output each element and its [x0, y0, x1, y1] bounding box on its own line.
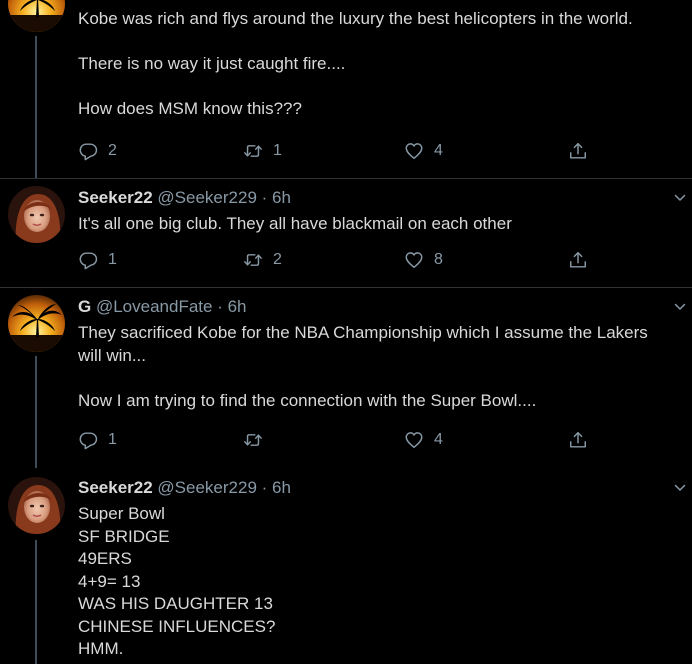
share-button[interactable]	[568, 248, 588, 272]
tweet-line: Now I am trying to find the connection w…	[78, 390, 537, 410]
share-icon	[570, 143, 586, 159]
display-name[interactable]: G	[78, 297, 91, 316]
retweet-button[interactable]: 2	[243, 248, 282, 272]
like-button[interactable]: 4	[404, 428, 443, 452]
tweet-line	[78, 367, 684, 390]
tweet-line: 4+9= 13	[78, 571, 141, 591]
display-name[interactable]: Seeker22	[78, 478, 153, 497]
like-count: 4	[434, 431, 443, 448]
retweet-button[interactable]	[243, 428, 273, 452]
reply-button[interactable]: 1	[78, 428, 117, 452]
retweet-icon	[244, 254, 262, 266]
tweet[interactable]: Kobe was rich and flys around the luxury…	[0, 0, 692, 178]
avatar[interactable]	[8, 0, 65, 32]
tweet-line: 49ERS	[78, 549, 132, 568]
share-button[interactable]	[568, 139, 588, 163]
tweet-header: G @LoveandFate · 6h	[78, 296, 247, 318]
avatar[interactable]	[8, 477, 65, 534]
chevron-down-icon[interactable]	[674, 482, 686, 494]
tweet[interactable]: G @LoveandFate · 6h They sacrificed Kobe…	[0, 288, 692, 468]
heart-icon	[405, 432, 423, 449]
tweet-actions: 1 4	[78, 428, 598, 452]
tweet-line: CHINESE INFLUENCES?	[78, 616, 276, 636]
tweet-line: It's all one big club. They all have bla…	[78, 214, 512, 233]
thread-line	[35, 356, 37, 468]
tweet-line: How does MSM know this???	[78, 99, 302, 118]
reply-count: 1	[108, 251, 117, 268]
handle-and-time[interactable]: @Seeker229 · 6h	[157, 188, 291, 207]
share-icon	[570, 252, 586, 268]
tweet-line	[78, 31, 684, 54]
reply-icon	[79, 432, 98, 450]
like-count: 4	[434, 142, 443, 159]
reply-icon	[79, 143, 98, 161]
chevron-down-icon[interactable]	[674, 301, 686, 313]
tweet-line: SF BRIDGE	[78, 526, 170, 546]
reply-button[interactable]: 2	[78, 139, 117, 163]
chevron-down-icon[interactable]	[674, 192, 686, 204]
tweet-line: Kobe was rich and flys around the luxury…	[78, 9, 633, 28]
tweet-line: HMM.	[78, 639, 124, 658]
heart-icon	[405, 252, 423, 269]
tweet-text: Kobe was rich and flys around the luxury…	[78, 8, 684, 121]
reply-count: 1	[108, 431, 117, 448]
retweet-button[interactable]: 1	[243, 139, 282, 163]
retweet-count: 2	[273, 251, 282, 268]
thread-line	[35, 540, 37, 664]
tweet-line: There is no way it just caught fire....	[78, 54, 346, 73]
avatar[interactable]	[8, 295, 65, 352]
tweet-line: WAS HIS DAUGHTER 13	[78, 594, 273, 613]
thread-line	[35, 36, 37, 178]
retweet-icon	[244, 145, 262, 157]
display-name[interactable]: Seeker22	[78, 188, 153, 207]
avatar[interactable]	[8, 186, 65, 243]
reply-count: 2	[108, 142, 117, 159]
tweet-header: Seeker22 @Seeker229 · 6h	[78, 477, 291, 499]
tweet-actions: 1 2 8	[78, 248, 598, 272]
share-icon	[570, 431, 586, 448]
tweet[interactable]: Seeker22 @Seeker229 · 6h Super Bowl SF B…	[0, 468, 692, 664]
heart-icon	[405, 143, 423, 160]
tweet-line: They sacrificed Kobe for the NBA Champio…	[78, 323, 648, 342]
reply-icon	[79, 252, 98, 270]
like-button[interactable]: 8	[404, 248, 443, 272]
like-count: 8	[434, 251, 443, 268]
tweet-text: They sacrificed Kobe for the NBA Champio…	[78, 322, 684, 412]
tweet-line: will win...	[78, 345, 147, 365]
tweet-line: Super Bowl	[78, 504, 165, 523]
tweet[interactable]: Seeker22 @Seeker229 · 6h It's all one bi…	[0, 179, 692, 287]
tweet-text: It's all one big club. They all have bla…	[78, 213, 684, 236]
tweet-line	[78, 76, 684, 99]
like-button[interactable]: 4	[404, 139, 443, 163]
tweet-header: Seeker22 @Seeker229 · 6h	[78, 187, 291, 209]
tweet-text: Super Bowl SF BRIDGE 49ERS 4+9= 13 WAS H…	[78, 503, 684, 661]
reply-button[interactable]: 1	[78, 248, 117, 272]
retweet-count: 1	[273, 142, 282, 159]
retweet-icon	[244, 434, 262, 446]
handle-and-time[interactable]: @Seeker229 · 6h	[157, 478, 291, 497]
share-button[interactable]	[568, 428, 588, 452]
handle-and-time[interactable]: @LoveandFate · 6h	[96, 297, 247, 316]
tweet-actions: 2 1 4	[78, 139, 598, 163]
